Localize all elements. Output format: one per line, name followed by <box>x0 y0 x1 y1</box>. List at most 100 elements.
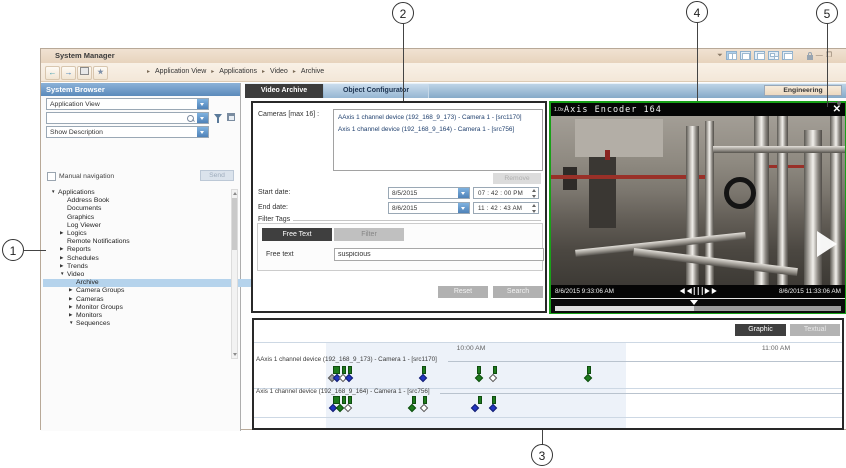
camera-list-item[interactable]: AAxis 1 channel device (192_168_9_173) -… <box>338 114 522 121</box>
tree-item-cameras[interactable]: ▶Cameras <box>43 296 104 304</box>
tree-item-monitors[interactable]: ▶Monitors <box>43 312 102 320</box>
tab-object-configurator[interactable]: Object Configurator <box>324 84 429 98</box>
tree-item-archive[interactable]: Archive <box>43 279 255 287</box>
step-back-icon[interactable] <box>686 288 691 294</box>
time-spinner-icon[interactable] <box>531 189 537 198</box>
search-button[interactable]: Search <box>493 286 543 298</box>
end-date-field[interactable]: 8/6/2015 <box>388 202 470 214</box>
tree-item-sequences[interactable]: ▼Sequences <box>43 320 110 328</box>
tree-collapsed-icon[interactable]: ▶ <box>69 312 76 318</box>
pause-bars-icon[interactable] <box>701 287 703 295</box>
breadcrumb-item[interactable]: Video <box>270 68 288 75</box>
layout-split-right-icon[interactable] <box>754 51 765 60</box>
tree-collapsed-icon[interactable]: ▶ <box>69 304 76 310</box>
tree-item-applications[interactable]: ▼Applications <box>43 189 95 197</box>
view-selector-dropdown[interactable]: Application View <box>46 98 209 110</box>
slider-track-remaining[interactable] <box>694 306 841 311</box>
tree-expanded-icon[interactable]: ▼ <box>51 189 58 194</box>
recording-segment-marker[interactable] <box>478 396 482 404</box>
start-date-field[interactable]: 8/5/2015 <box>388 187 470 199</box>
tree-item-reports[interactable]: ▶Reports <box>43 246 91 254</box>
dock-collapse-icon[interactable]: ⏷ <box>717 51 723 60</box>
forward-arrow-icon[interactable]: → <box>61 66 76 80</box>
tree-item-documents[interactable]: Documents <box>43 205 101 213</box>
pause-bars-icon[interactable] <box>697 287 699 295</box>
tab-free-text[interactable]: Free Text <box>262 228 332 241</box>
start-time-field[interactable]: 07 : 42 : 00 PM <box>473 187 539 199</box>
breadcrumb-item[interactable]: Application View <box>155 68 206 75</box>
step-forward-icon[interactable] <box>711 288 716 294</box>
recording-segment-marker[interactable] <box>342 396 346 404</box>
layout-single-icon[interactable] <box>782 51 793 60</box>
tab-filter[interactable]: Filter <box>334 228 404 241</box>
end-time-field[interactable]: 11 : 42 : 43 AM <box>473 202 539 214</box>
timeline-slider[interactable] <box>551 298 845 313</box>
filter-funnel-icon[interactable] <box>214 114 222 119</box>
chevron-down-icon[interactable] <box>197 127 208 137</box>
tree-item-graphics[interactable]: Graphics <box>43 214 94 222</box>
tree-collapsed-icon[interactable]: ▶ <box>69 296 76 302</box>
back-arrow-icon[interactable]: ← <box>45 66 60 80</box>
time-spinner-icon[interactable] <box>531 204 537 213</box>
breadcrumb-item[interactable]: Applications <box>219 68 257 75</box>
minimize-icon[interactable]: — <box>816 51 823 60</box>
tree-scrollbar[interactable] <box>231 189 238 359</box>
engineering-button[interactable]: Engineering <box>764 85 842 96</box>
tree-item-camera-groups[interactable]: ▶Camera Groups <box>43 287 124 295</box>
recording-segment-marker[interactable] <box>493 366 497 374</box>
scrollbar-thumb[interactable] <box>232 198 237 250</box>
recording-segment-marker[interactable] <box>348 396 352 404</box>
step-back-icon[interactable] <box>680 288 685 294</box>
breadcrumb-item[interactable]: Archive <box>301 68 324 75</box>
tree-item-log-viewer[interactable]: Log Viewer <box>43 222 101 230</box>
tree-collapsed-icon[interactable]: ▶ <box>60 230 67 236</box>
manual-navigation-checkbox[interactable] <box>47 172 56 181</box>
save-icon[interactable] <box>227 113 235 121</box>
screenshot-canvas: System Manager ⏷ — ❐ ← → ★ ▸Application … <box>0 0 846 468</box>
scroll-up-icon[interactable] <box>233 192 237 195</box>
tree-item-address-book[interactable]: Address Book <box>43 197 109 205</box>
slider-track-elapsed[interactable] <box>555 306 694 311</box>
tab-video-archive[interactable]: Video Archive <box>245 84 323 98</box>
tree-item-monitor-groups[interactable]: ▶Monitor Groups <box>43 304 123 312</box>
camera-listbox[interactable]: AAxis 1 channel device (192_168_9_173) -… <box>333 109 543 171</box>
window-icon[interactable] <box>77 66 92 80</box>
step-forward-icon[interactable] <box>705 288 710 294</box>
play-overlay-icon[interactable] <box>817 231 837 257</box>
textual-view-button[interactable]: Textual <box>790 324 840 336</box>
chevron-down-icon[interactable] <box>197 113 208 123</box>
tree-expanded-icon[interactable]: ▼ <box>69 320 76 325</box>
tree-collapsed-icon[interactable]: ▶ <box>60 263 67 269</box>
tree-item-schedules[interactable]: ▶Schedules <box>43 255 99 263</box>
recording-segment-marker[interactable] <box>412 396 416 404</box>
layout-grid-icon[interactable] <box>726 51 737 60</box>
tree-collapsed-icon[interactable]: ▶ <box>60 246 67 252</box>
camera-list-item[interactable]: Axis 1 channel device (192_168_9_164) - … <box>338 126 514 133</box>
tree-collapsed-icon[interactable]: ▶ <box>60 255 67 261</box>
transport-controls[interactable] <box>680 287 717 295</box>
free-text-input[interactable] <box>334 248 544 261</box>
tree-collapsed-icon[interactable]: ▶ <box>69 287 76 293</box>
recording-segment-marker[interactable] <box>333 396 340 404</box>
scroll-down-icon[interactable] <box>233 353 237 356</box>
auto-hide-pin-icon[interactable] <box>829 100 841 106</box>
graphic-view-button[interactable]: Graphic <box>735 324 786 336</box>
layout-quad-icon[interactable] <box>768 51 779 60</box>
chevron-down-icon[interactable] <box>197 99 208 109</box>
tree-item-remote-notifications[interactable]: Remote Notifications <box>43 238 130 246</box>
search-input[interactable] <box>46 112 209 124</box>
tree-item-video[interactable]: ▼Video <box>43 271 84 279</box>
layout-split-left-icon[interactable] <box>740 51 751 60</box>
send-button[interactable]: Send <box>200 170 234 181</box>
description-mode-dropdown[interactable]: Show Description <box>46 126 209 138</box>
pause-bars-icon[interactable] <box>693 287 695 295</box>
chevron-down-icon[interactable] <box>458 188 469 198</box>
tree-expanded-icon[interactable]: ▼ <box>60 271 67 276</box>
reset-button[interactable]: Reset <box>438 286 488 298</box>
remove-button[interactable]: Remove <box>493 173 541 184</box>
slider-thumb-icon[interactable] <box>690 300 698 305</box>
chevron-down-icon[interactable] <box>458 203 469 213</box>
tree-item-trends[interactable]: ▶Trends <box>43 263 88 271</box>
tree-item-logics[interactable]: ▶Logics <box>43 230 87 238</box>
star-icon[interactable]: ★ <box>93 66 108 80</box>
